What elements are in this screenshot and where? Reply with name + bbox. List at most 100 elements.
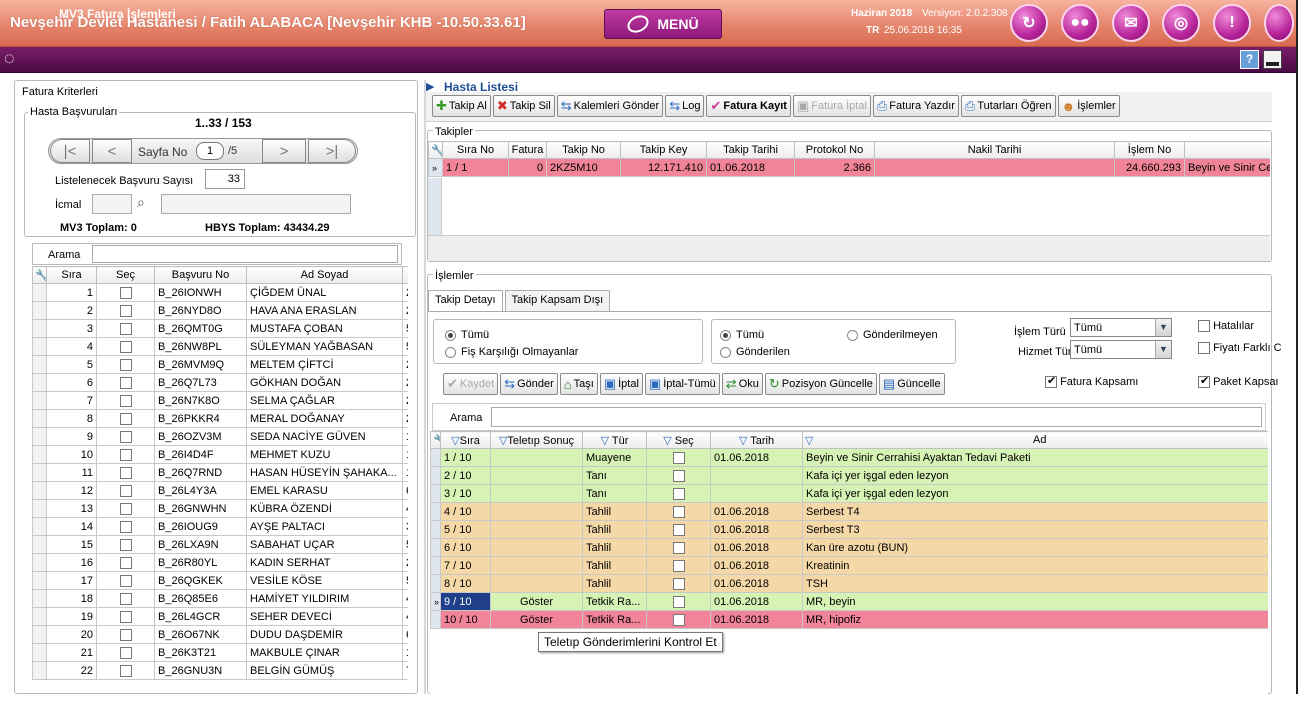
search-icon[interactable]: ⌕ bbox=[137, 194, 145, 211]
table-row[interactable]: 7 B_26N7K8OSELMA ÇAĞLAR2 bbox=[32, 391, 408, 410]
next-page-button[interactable]: > bbox=[262, 139, 306, 163]
radio-gonderilmeyen[interactable]: Gönderilmeyen bbox=[847, 329, 938, 341]
teletip-sonuc[interactable] bbox=[490, 448, 583, 467]
table-row[interactable]: 2B_26NYD8OHAVA ANA ERASLAN2 bbox=[32, 301, 408, 320]
table-row[interactable]: 17 B_26QGKEKVESİLE KÖSE5 bbox=[32, 571, 408, 590]
row-select[interactable] bbox=[96, 337, 155, 356]
col-islem-no[interactable]: İşlem No bbox=[1114, 141, 1185, 159]
col-sira[interactable]: Sıra bbox=[46, 266, 97, 284]
table-row[interactable]: 5 B_26MVM9QMELTEM ÇİFTCİ2 bbox=[32, 355, 408, 374]
detail-select[interactable] bbox=[646, 484, 711, 503]
row-select[interactable] bbox=[96, 355, 155, 374]
detail-row[interactable]: » 9 / 10 Göster Tetkik Ra... 01.06.2018 MR, b… bbox=[430, 592, 1268, 611]
col-ad[interactable]: ▽ Ad bbox=[802, 431, 1268, 449]
row-select[interactable] bbox=[96, 499, 155, 518]
tab-takip-kapsam-disi[interactable]: Takip Kapsam Dışı bbox=[504, 290, 611, 311]
row-select[interactable] bbox=[96, 391, 155, 410]
tab-takip-detayi[interactable]: Takip Detayı bbox=[428, 290, 503, 311]
paket-kapsami-checkbox[interactable]: Paket Kapsaı bbox=[1198, 374, 1279, 389]
row-select[interactable] bbox=[96, 625, 155, 644]
prev-page-button[interactable]: < bbox=[92, 139, 132, 163]
takip-row[interactable]: » 1 / 1 0 2KZ5M10 12.171.410 01.06.2018 … bbox=[428, 158, 1270, 177]
detail-select[interactable] bbox=[646, 574, 711, 593]
takip-al-button[interactable]: ✚ Takip Al bbox=[432, 95, 491, 117]
radio-fis-karsiligi[interactable]: Fiş Karşılığı Olmayanlar bbox=[445, 346, 578, 358]
row-select[interactable] bbox=[96, 517, 155, 536]
detail-select[interactable] bbox=[646, 556, 711, 575]
col-fatura[interactable]: Fatura bbox=[508, 141, 547, 159]
col-teletip[interactable]: ▽Teletıp Sonuç bbox=[490, 431, 583, 449]
table-row[interactable]: 18 B_26Q85E6HAMİYET YILDIRIM4 bbox=[32, 589, 408, 608]
table-row[interactable]: 13 B_26GNWHNKÜBRA ÖZENDİ4 bbox=[32, 499, 408, 518]
fiyati-farkli-checkbox[interactable]: Fiyatı Farklı C bbox=[1198, 342, 1296, 355]
detail-row[interactable]: 8 / 10 Tahlil 01.06.2018 TSH bbox=[430, 574, 1268, 593]
refresh-icon[interactable]: ↻ bbox=[1010, 4, 1048, 42]
radio-tumu-1[interactable]: Tümü bbox=[445, 329, 489, 341]
pozisyon-guncelle-button[interactable]: ↻ Pozisyon Güncelle bbox=[764, 373, 877, 395]
detail-row[interactable]: 1 / 10 Muayene 01.06.2018 Beyin ve Sinir Ce… bbox=[430, 448, 1268, 467]
table-row[interactable]: 12 B_26L4Y3AEMEL KARASU6 bbox=[32, 481, 408, 500]
users-icon[interactable]: ●● bbox=[1061, 4, 1099, 42]
detail-select[interactable] bbox=[646, 448, 711, 467]
col-protokol-no[interactable]: Protokol No bbox=[794, 141, 875, 159]
row-select[interactable] bbox=[96, 283, 155, 302]
row-select[interactable] bbox=[96, 373, 155, 392]
icmal-input[interactable] bbox=[92, 194, 132, 214]
row-select[interactable] bbox=[96, 445, 155, 464]
radio-tumu-2[interactable]: Tümü bbox=[720, 329, 764, 341]
kaydet-button[interactable]: ✔ Kaydet bbox=[443, 373, 499, 395]
detail-select[interactable] bbox=[646, 502, 711, 521]
table-row[interactable]: 22 B_26GNU3NBELGİN GÜMÜŞ7 bbox=[32, 661, 408, 680]
table-row[interactable]: 10 B_26I4D4FMEHMET KUZU1 bbox=[32, 445, 408, 464]
detail-select[interactable] bbox=[646, 610, 711, 629]
row-select[interactable] bbox=[96, 409, 155, 428]
table-row[interactable]: 15 B_26LXA9NSABAHAT UÇAR5 bbox=[32, 535, 408, 554]
detail-row[interactable]: 7 / 10 Tahlil 01.06.2018 Kreatinin bbox=[430, 556, 1268, 575]
left-search-input[interactable] bbox=[92, 245, 398, 263]
row-select[interactable] bbox=[96, 553, 155, 572]
teletip-sonuc[interactable]: Göster bbox=[490, 592, 583, 611]
col-detail-sira[interactable]: ▽Sıra bbox=[440, 431, 491, 449]
detail-settings-icon[interactable]: 🔧 bbox=[430, 431, 441, 449]
detail-row[interactable]: 4 / 10 Tahlil 01.06.2018 Serbest T4 bbox=[430, 502, 1268, 521]
col-detail-sec[interactable]: ▽ Seç bbox=[646, 431, 711, 449]
table-row[interactable]: 11 B_26Q7RNDHASAN HÜSEYİN ŞAHAKA...1 bbox=[32, 463, 408, 482]
row-select[interactable] bbox=[96, 661, 155, 680]
fatura-kayit-button[interactable]: ✔ Fatura Kayıt bbox=[706, 95, 791, 117]
gonder-button[interactable]: ⇆ Gönder bbox=[500, 373, 558, 395]
col-takip-tarihi[interactable]: Takip Tarihi bbox=[706, 141, 795, 159]
col-ad-soyad[interactable]: Ad Soyad bbox=[246, 266, 403, 284]
row-select[interactable] bbox=[96, 589, 155, 608]
detail-select[interactable] bbox=[646, 538, 711, 557]
teletip-sonuc[interactable] bbox=[490, 466, 583, 485]
col-nakil-tarihi[interactable]: Nakil Tarihi bbox=[874, 141, 1115, 159]
teletip-sonuc[interactable] bbox=[490, 484, 583, 503]
table-row[interactable]: 16 B_26R80YLKADIN SERHAT2 bbox=[32, 553, 408, 572]
guncelle-button[interactable]: ▤ Güncelle bbox=[878, 373, 945, 395]
globe-icon[interactable]: ◎ bbox=[1162, 4, 1200, 42]
table-row[interactable]: 1 B_26IONWHÇİĞDEM ÜNAL2 bbox=[32, 283, 408, 302]
fatura-kapsami-checkbox[interactable]: Fatura Kapsamı bbox=[1045, 374, 1138, 389]
teletip-sonuc[interactable] bbox=[490, 538, 583, 557]
detail-row[interactable]: 6 / 10 Tahlil 01.06.2018 Kan üre azotu (BUN… bbox=[430, 538, 1268, 557]
column-settings-icon[interactable]: 🔧 bbox=[32, 266, 47, 284]
tasi-button[interactable]: ⌂ Taşı bbox=[559, 373, 598, 395]
detail-search-input[interactable] bbox=[491, 407, 1262, 427]
table-row[interactable]: 21 B_26K3T21MAKBULE ÇINAR1 bbox=[32, 643, 408, 662]
menu-button[interactable]: MENÜ bbox=[604, 9, 722, 39]
islemler-button[interactable]: ☻ İşlemler bbox=[1057, 95, 1120, 117]
detail-select[interactable] bbox=[646, 520, 711, 539]
log-button[interactable]: ⇆ Log bbox=[665, 95, 705, 117]
alert-icon[interactable]: ! bbox=[1213, 4, 1251, 42]
last-page-button[interactable]: >| bbox=[308, 139, 356, 163]
oku-button[interactable]: ⇄ Oku bbox=[721, 373, 763, 395]
detail-row[interactable]: 2 / 10 Tanı Kafa içi yer işgal eden lezyon bbox=[430, 466, 1268, 485]
takip-sil-button[interactable]: ✖ Takip Sil bbox=[492, 95, 555, 117]
islem-turu-select[interactable]: Tümü ▼ bbox=[1070, 318, 1172, 337]
row-select[interactable] bbox=[96, 607, 155, 626]
help-button[interactable]: ? bbox=[1240, 50, 1259, 69]
teletip-sonuc[interactable] bbox=[490, 520, 583, 539]
hatalilar-checkbox[interactable]: Hatalılar bbox=[1198, 320, 1254, 333]
detail-select[interactable] bbox=[646, 466, 711, 485]
col-takip-extra[interactable] bbox=[1184, 141, 1270, 159]
